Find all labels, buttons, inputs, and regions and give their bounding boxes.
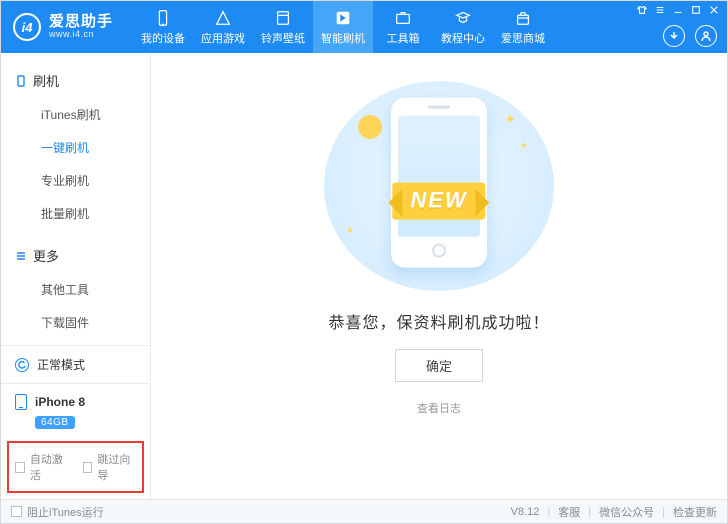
tab-apps[interactable]: 应用游戏 [193, 1, 253, 53]
success-message: 恭喜您，保资料刷机成功啦！ [328, 309, 549, 333]
block-itunes-checkbox[interactable]: 阻止iTunes运行 [11, 504, 104, 520]
sun-icon [358, 115, 382, 139]
tab-tut[interactable]: 教程中心 [433, 1, 493, 53]
version-label: V8.12 [511, 506, 540, 518]
device-mode-label: 正常模式 [37, 356, 85, 373]
skip-guide-label: 跳过向导 [97, 451, 136, 483]
sparkle-icon: ✦ [520, 141, 528, 152]
tab-mall[interactable]: 爱思商城 [493, 1, 553, 53]
main-tabs: 我的设备应用游戏铃声壁纸智能刷机 工具箱 教程中心爱思商城 [133, 1, 553, 53]
sparkle-icon: ✦ [504, 111, 516, 128]
device-info[interactable]: iPhone 8 64GB [1, 384, 150, 441]
tab-flash[interactable]: 智能刷机 [313, 1, 373, 53]
hero-illustration: ✦ ✦ ✦ NEW [324, 81, 554, 291]
refresh-icon [15, 358, 29, 372]
mall-icon [514, 9, 532, 27]
tab-label: 我的设备 [141, 30, 185, 46]
tab-ring[interactable]: 铃声壁纸 [253, 1, 313, 53]
sidebar: 刷机iTunes刷机一键刷机专业刷机批量刷机更多其他工具下载固件高级功能 正常模… [1, 53, 151, 499]
device-storage-badge: 64GB [35, 416, 75, 429]
tut-icon [454, 9, 472, 27]
sidebar-item[interactable]: 其他工具 [1, 273, 150, 306]
device-name: iPhone 8 [35, 395, 85, 409]
sidebar-item[interactable]: 一键刷机 [1, 131, 150, 164]
tshirt-icon[interactable] [637, 5, 647, 15]
phone-icon [15, 75, 27, 87]
tools-icon [394, 9, 412, 27]
auto-activate-checkbox[interactable]: 自动激活 [15, 451, 69, 483]
app-header: i4 爱思助手 www.i4.cn 我的设备应用游戏铃声壁纸智能刷机 工具箱 教程中… [1, 1, 727, 53]
new-ribbon: NEW [392, 183, 485, 220]
support-link[interactable]: 客服 [558, 504, 580, 520]
block-itunes-label: 阻止iTunes运行 [27, 504, 104, 520]
sidebar-item[interactable]: 专业刷机 [1, 164, 150, 197]
device-mode[interactable]: 正常模式 [1, 346, 150, 384]
status-bar: 阻止iTunes运行 V8.12| 客服| 微信公众号| 检查更新 [1, 499, 727, 523]
ok-button[interactable]: 确定 [395, 349, 483, 382]
auto-activate-label: 自动激活 [30, 451, 69, 483]
tab-label: 爱思商城 [501, 30, 545, 46]
sparkle-icon: ✦ [346, 226, 354, 237]
main-panel: ✦ ✦ ✦ NEW 恭喜您，保资料刷机成功啦！ 确定 查看日志 [151, 53, 727, 499]
sidebar-group: 刷机 iTunes刷机一键刷机专业刷机批量刷机 [1, 59, 150, 234]
brand: i4 爱思助手 www.i4.cn [1, 13, 127, 41]
tab-label: 铃声壁纸 [261, 30, 305, 46]
ring-icon [274, 9, 292, 27]
sidebar-group-header[interactable]: 更多 [1, 242, 150, 269]
tab-label: 智能刷机 [321, 30, 365, 46]
flash-options-highlight: 自动激活 跳过向导 [7, 441, 144, 493]
sidebar-group: 更多其他工具下载固件高级功能 [1, 234, 150, 345]
sidebar-item[interactable]: 批量刷机 [1, 197, 150, 230]
tab-device[interactable]: 我的设备 [133, 1, 193, 53]
window-controls [637, 5, 719, 15]
brand-logo: i4 [13, 13, 41, 41]
check-update-link[interactable]: 检查更新 [673, 504, 717, 520]
sidebar-item[interactable]: iTunes刷机 [1, 98, 150, 131]
maximize-icon[interactable] [691, 5, 701, 15]
tab-label: 应用游戏 [201, 30, 245, 46]
flash-icon [334, 9, 352, 27]
skip-guide-checkbox[interactable]: 跳过向导 [83, 451, 137, 483]
tab-tools[interactable]: 工具箱 [373, 1, 433, 53]
sidebar-group-title: 更多 [33, 246, 59, 265]
sidebar-group-title: 刷机 [33, 71, 59, 90]
sidebar-group-header[interactable]: 刷机 [1, 67, 150, 94]
download-button[interactable] [663, 25, 685, 47]
close-icon[interactable] [709, 5, 719, 15]
brand-site: www.i4.cn [49, 30, 113, 39]
wechat-link[interactable]: 微信公众号 [599, 504, 654, 520]
user-button[interactable] [695, 25, 717, 47]
device-icon [154, 9, 172, 27]
minimize-icon[interactable] [673, 5, 683, 15]
phone-icon [15, 394, 27, 410]
menu-icon [15, 250, 27, 262]
sidebar-item[interactable]: 下载固件 [1, 306, 150, 339]
brand-name: 爱思助手 [49, 14, 113, 30]
tab-label: 教程中心 [441, 30, 485, 46]
apps-icon [214, 9, 232, 27]
tab-label: 工具箱 [387, 30, 420, 46]
menu-icon[interactable] [655, 5, 665, 15]
view-log-link[interactable]: 查看日志 [417, 400, 461, 416]
